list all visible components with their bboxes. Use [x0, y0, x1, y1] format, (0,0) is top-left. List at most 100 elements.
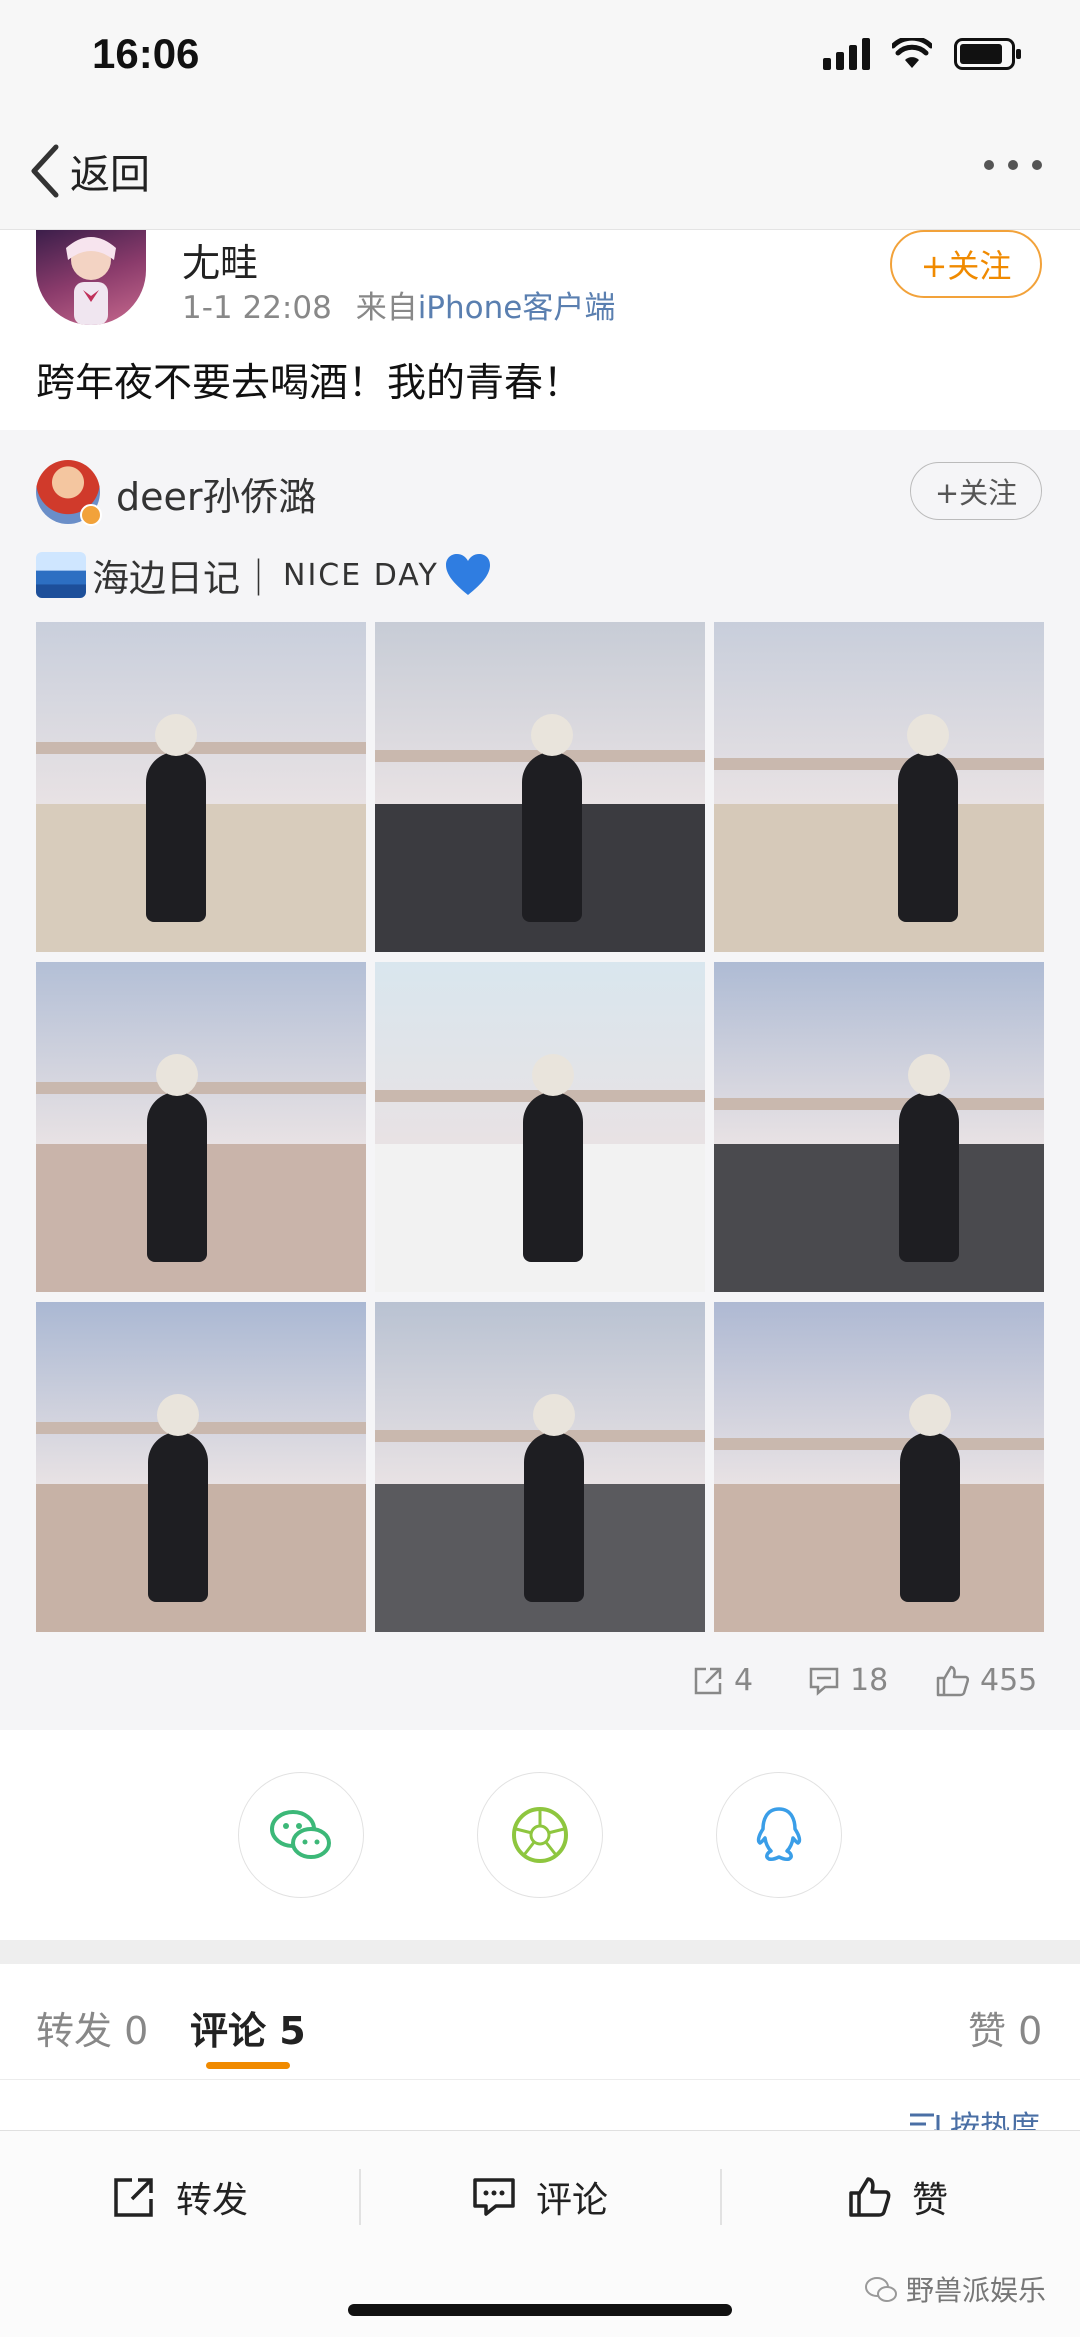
- cellular-signal-icon: [823, 38, 870, 70]
- bottom-divider: [359, 2169, 361, 2225]
- photo-railing: [714, 1098, 1044, 1110]
- comment-label: 评论: [536, 2180, 609, 2221]
- photo-person-head: [907, 714, 949, 756]
- photo-railing: [714, 758, 1044, 770]
- reposted-weibo[interactable]: deer孙侨潞 +关注 海边日记｜ NICE DAY: [0, 430, 1080, 1730]
- author-name[interactable]: 尢畦: [182, 232, 258, 287]
- photo-person: [147, 1092, 207, 1262]
- photo-person-head: [156, 1054, 198, 1096]
- watermark: 野兽派娱乐: [864, 2269, 1046, 2309]
- repost-button[interactable]: 转发: [112, 2171, 248, 2223]
- photo-railing: [36, 1082, 366, 1094]
- original-follow-button[interactable]: +关注: [910, 462, 1042, 520]
- photo-thumbnail[interactable]: [36, 1302, 366, 1632]
- thumbs-up-icon: [936, 1665, 970, 1696]
- post-time: 1-1 22:08: [182, 290, 332, 326]
- post-header: 尢畦 1-1 22:08 来自iPhone客户端 +关注 跨年夜不要去喝酒！我的…: [0, 230, 1080, 430]
- share-moments-button[interactable]: [477, 1772, 603, 1898]
- photo-sky: [714, 1302, 1044, 1484]
- photo-thumbnail[interactable]: [375, 1302, 705, 1632]
- photo-person-head: [531, 714, 573, 756]
- post-text: 跨年夜不要去喝酒！我的青春！: [36, 361, 583, 406]
- share-out-icon: [694, 1667, 722, 1694]
- sort-area: 按热度: [0, 2080, 1080, 2145]
- tab-comments[interactable]: 评论 5: [190, 2000, 306, 2055]
- photo-thumbnail[interactable]: [375, 962, 705, 1292]
- back-label: 返回: [70, 152, 150, 198]
- photo-grid: [36, 622, 1044, 1632]
- tab-reposts[interactable]: 转发 0: [36, 2000, 148, 2055]
- status-bar: 16:06: [0, 0, 1080, 120]
- photo-thumbnail[interactable]: [375, 622, 705, 952]
- share-wechat-button[interactable]: [238, 1772, 364, 1898]
- photo-ground: [714, 1483, 1044, 1632]
- comment-icon: [809, 1667, 839, 1696]
- original-text-main: 海边日记｜: [92, 557, 277, 600]
- moments-icon: [512, 1807, 568, 1863]
- nav-bar: 返回: [0, 120, 1080, 230]
- photo-person: [146, 752, 206, 922]
- thumbs-up-icon: [849, 2177, 891, 2217]
- bottom-divider: [720, 2169, 722, 2225]
- wechat-logo-icon: [864, 2277, 897, 2302]
- detail-tabs: 转发 0 评论 5 赞 0: [0, 1964, 1080, 2080]
- photo-person-head: [155, 714, 197, 756]
- original-author-name[interactable]: deer孙侨潞: [116, 466, 317, 521]
- photo-thumbnail[interactable]: [36, 962, 366, 1292]
- tab-likes[interactable]: 赞 0: [968, 2000, 1042, 2055]
- photo-person: [523, 1092, 583, 1262]
- photo-railing: [714, 1438, 1044, 1450]
- author-avatar[interactable]: [36, 230, 146, 325]
- like-count-value: 455: [980, 1663, 1038, 1698]
- share-qq-button[interactable]: [716, 1772, 842, 1898]
- photo-thumbnail[interactable]: [714, 962, 1044, 1292]
- comment-count[interactable]: 18: [808, 1663, 888, 1698]
- photo-ground: [714, 803, 1044, 952]
- section-divider: [0, 1940, 1080, 1964]
- watermark-text: 野兽派娱乐: [905, 2274, 1046, 2307]
- active-tab-indicator: [206, 2062, 290, 2069]
- like-label: 赞: [912, 2180, 949, 2221]
- comment-count-value: 18: [850, 1663, 889, 1698]
- home-indicator: [348, 2304, 732, 2316]
- status-icons: [823, 38, 1022, 70]
- photo-railing: [36, 1422, 366, 1434]
- original-author-avatar[interactable]: [36, 460, 102, 526]
- original-text: 海边日记｜ NICE DAY: [36, 548, 491, 602]
- back-button[interactable]: 返回: [28, 142, 150, 200]
- wave-emoji-icon: [36, 552, 86, 598]
- photo-thumbnail[interactable]: [714, 622, 1044, 952]
- photo-thumbnail[interactable]: [714, 1302, 1044, 1632]
- share-row: [0, 1730, 1080, 1940]
- repost-count[interactable]: 4: [692, 1663, 753, 1698]
- blue-heart-icon: [445, 554, 490, 595]
- photo-person-head: [157, 1394, 199, 1436]
- photo-person: [522, 752, 582, 922]
- post-source[interactable]: iPhone客户端: [418, 290, 616, 326]
- like-button[interactable]: 赞: [848, 2171, 948, 2223]
- photo-person-head: [908, 1054, 950, 1096]
- photo-person: [148, 1432, 208, 1602]
- photo-person: [898, 752, 958, 922]
- post-meta: 1-1 22:08 来自iPhone客户端: [182, 282, 615, 327]
- post-stats: 4 18 455: [0, 1655, 1080, 1715]
- photo-person: [899, 1092, 959, 1262]
- photo-railing: [36, 742, 366, 754]
- chevron-left-icon: [31, 144, 59, 198]
- repost-count-value: 4: [734, 1663, 754, 1698]
- like-count[interactable]: 455: [936, 1663, 1037, 1698]
- battery-icon: [954, 38, 1022, 70]
- source-prefix: 来自: [355, 290, 418, 326]
- follow-button[interactable]: +关注: [890, 230, 1042, 298]
- wifi-icon: [892, 38, 932, 70]
- comment-button[interactable]: 评论: [472, 2171, 608, 2223]
- photo-person-head: [533, 1394, 575, 1436]
- more-options-button[interactable]: [984, 160, 1042, 170]
- photo-person-head: [532, 1054, 574, 1096]
- comment-icon: [473, 2178, 515, 2216]
- photo-person: [900, 1432, 960, 1602]
- original-text-tail: NICE DAY: [283, 557, 439, 593]
- photo-ground: [714, 1143, 1044, 1292]
- photo-thumbnail[interactable]: [36, 622, 366, 952]
- wechat-icon: [270, 1810, 331, 1859]
